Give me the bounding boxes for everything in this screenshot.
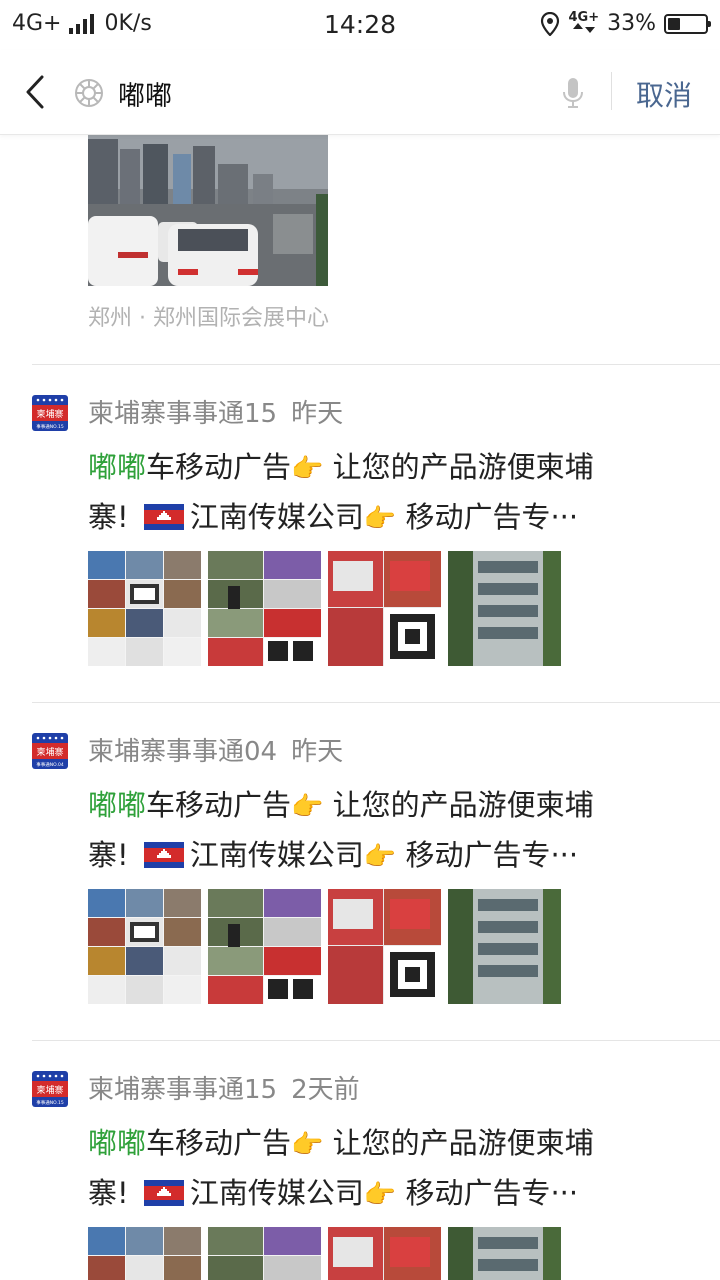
cancel-button[interactable]: 取消 (636, 74, 692, 114)
image-thumbnail[interactable] (208, 1227, 321, 1280)
post-time: 2天前 (291, 1075, 360, 1105)
post-text[interactable]: 嘟嘟车移动广告👉 让您的产品游便柬埔 寨! 江南传媒公司👉 移动广告专··· (88, 443, 688, 543)
moments-search-icon (75, 79, 103, 107)
pointing-hand-icon: 👉 (363, 842, 397, 872)
post-time: 昨天 (291, 399, 344, 429)
post-meta: 柬埔寨事事通15 昨天 (88, 393, 343, 430)
pointing-hand-icon: 👉 (363, 504, 397, 534)
image-thumbnail[interactable] (88, 551, 201, 666)
image-thumbnail[interactable] (88, 889, 201, 1004)
search-input[interactable]: 嘟嘟 (118, 74, 172, 113)
avatar-text: 柬埔寨 (36, 408, 63, 420)
network-4g-icon: 4G+ (568, 11, 599, 35)
image-thumbnail[interactable] (208, 889, 321, 1004)
avatar[interactable]: 柬埔寨 事事通NO.15 (32, 395, 68, 431)
image-thumbnail[interactable] (448, 889, 561, 1004)
post-meta: 柬埔寨事事通15 2天前 (88, 1069, 360, 1106)
battery-percent: 33% (607, 11, 656, 36)
account-name[interactable]: 柬埔寨事事通15 (88, 399, 277, 429)
post-text[interactable]: 嘟嘟车移动广告👉 让您的产品游便柬埔 寨! 江南传媒公司👉 移动广告专··· (88, 781, 688, 881)
account-name[interactable]: 柬埔寨事事通04 (88, 737, 277, 767)
image-thumbnail[interactable] (88, 1227, 201, 1280)
list-item[interactable]: 柬埔寨 事事通NO.15 柬埔寨事事通15 昨天 嘟嘟车移动广告👉 让您的产品游便… (0, 365, 720, 666)
status-bar: 4G+ 0K/s 14:28 4G+ 33% (0, 0, 720, 50)
back-arrow-icon[interactable] (18, 74, 52, 110)
pointing-hand-icon: 👉 (291, 792, 324, 822)
avatar-text: 柬埔寨 (36, 1084, 63, 1096)
avatar-subtext: 事事通NO.04 (36, 761, 64, 768)
avatar-text: 柬埔寨 (36, 746, 63, 758)
post-text-part: 车移动广告 (146, 788, 292, 822)
search-highlight: 嘟嘟 (88, 1126, 147, 1160)
post-text-part: 让您的产品游便柬埔 (332, 788, 594, 822)
post-text[interactable]: 嘟嘟车移动广告👉 让您的产品游便柬埔 寨! 江南传媒公司👉 移动广告专··· (88, 1119, 688, 1219)
search-highlight: 嘟嘟 (88, 788, 147, 822)
post-text-part: 江南传媒公司 (189, 838, 364, 872)
image-thumbnail[interactable] (328, 551, 441, 666)
pointing-hand-icon: 👉 (291, 1130, 324, 1160)
post-meta: 柬埔寨事事通04 昨天 (88, 731, 343, 768)
search-results-list: 郑州 · 郑州国际会展中心 柬埔寨 事事通NO.15 柬埔寨事事通15 昨天 嘟嘟… (0, 134, 720, 1280)
cambodia-flag-icon (143, 504, 184, 530)
search-highlight: 嘟嘟 (88, 450, 147, 484)
list-item[interactable]: 柬埔寨 事事通NO.15 柬埔寨事事通15 2天前 嘟嘟车移动广告👉 让您的产品游… (0, 1041, 720, 1280)
post-text-part: 移动广告专··· (405, 838, 579, 872)
post-text-part: 车移动广告 (146, 450, 292, 484)
post-text-part: 江南传媒公司 (189, 1176, 364, 1210)
post-text-part: 江南传媒公司 (189, 500, 364, 534)
avatar-subtext: 事事通NO.15 (36, 423, 64, 430)
avatar[interactable]: 柬埔寨 事事通NO.04 (32, 733, 68, 769)
list-item[interactable]: 柬埔寨 事事通NO.04 柬埔寨事事通04 昨天 嘟嘟车移动广告👉 让您的产品游便… (0, 703, 720, 1004)
post-text-part: 寨! (88, 1176, 129, 1210)
post-text-part: 寨! (88, 500, 129, 534)
account-name[interactable]: 柬埔寨事事通15 (88, 1075, 277, 1105)
cambodia-flag-icon (143, 842, 184, 868)
image-thumbnail[interactable] (328, 1227, 441, 1280)
post-text-part: 让您的产品游便柬埔 (332, 1126, 594, 1160)
status-right: 4G+ 33% (540, 11, 711, 36)
image-thumbnail[interactable] (208, 551, 321, 666)
location-icon (541, 11, 560, 36)
image-thumbnail[interactable] (448, 551, 561, 666)
image-strip (88, 551, 561, 666)
battery-icon (664, 13, 711, 34)
cambodia-flag-icon (143, 1180, 184, 1206)
image-strip (88, 1227, 561, 1280)
post-text-part: 移动广告专··· (405, 1176, 579, 1210)
image-strip (88, 889, 561, 1004)
location-text[interactable]: 郑州 · 郑州国际会展中心 (88, 300, 329, 332)
avatar-subtext: 事事通NO.15 (36, 1099, 64, 1106)
data-arrows-icon (572, 23, 595, 33)
post-text-part: 让您的产品游便柬埔 (332, 450, 594, 484)
post-text-part: 移动广告专··· (405, 500, 579, 534)
pointing-hand-icon: 👉 (291, 454, 324, 484)
microphone-icon[interactable] (560, 76, 586, 110)
image-thumbnail[interactable] (328, 889, 441, 1004)
battery-level-fill (668, 17, 680, 30)
post-text-part: 寨! (88, 838, 129, 872)
post-time: 昨天 (291, 737, 344, 767)
search-divider (611, 72, 612, 110)
image-thumbnail[interactable] (448, 1227, 561, 1280)
traffic-photo[interactable] (88, 134, 328, 286)
search-header: 嘟嘟 取消 (0, 50, 720, 135)
pointing-hand-icon: 👉 (363, 1180, 397, 1210)
avatar[interactable]: 柬埔寨 事事通NO.15 (32, 1071, 68, 1107)
post-text-part: 车移动广告 (146, 1126, 292, 1160)
